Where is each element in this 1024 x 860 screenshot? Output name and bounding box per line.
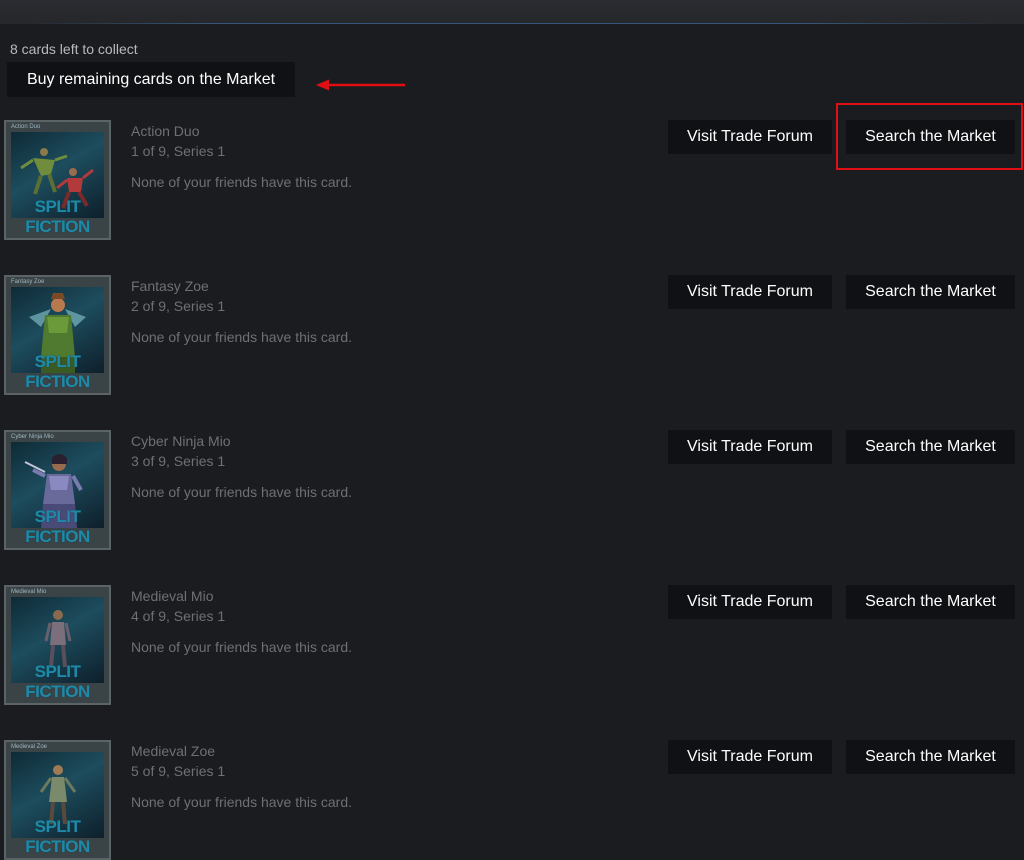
card-thumbnail[interactable]: Fantasy Zoe SPLIT FICTION: [4, 275, 111, 395]
card-series: 4 of 9, Series 1: [131, 608, 226, 624]
red-arrow-annotation-icon: [316, 79, 405, 91]
card-thumbnail[interactable]: Medieval Zoe SPLIT FICTION: [4, 740, 111, 860]
red-highlight-box: [836, 103, 1023, 170]
card-thumbnail-title: Fantasy Zoe: [11, 279, 45, 285]
card-logo: SPLIT FICTION: [25, 197, 90, 236]
card-thumbnail[interactable]: Medieval Mio SPLIT FICTION: [4, 585, 111, 705]
cards-left-count: 8 cards left to collect: [10, 41, 138, 57]
search-market-button[interactable]: Search the Market: [846, 740, 1015, 774]
card-friends-status: None of your friends have this card.: [131, 484, 353, 500]
card-friends-status: None of your friends have this card.: [131, 329, 353, 345]
card-series: 1 of 9, Series 1: [131, 143, 226, 159]
card-logo: SPLIT FICTION: [25, 817, 90, 856]
visit-trade-forum-button[interactable]: Visit Trade Forum: [668, 585, 832, 619]
search-market-button[interactable]: Search the Market: [846, 585, 1015, 619]
card-thumbnail-title: Medieval Mio: [11, 589, 47, 595]
card-logo: SPLIT FICTION: [25, 662, 90, 701]
card-name: Cyber Ninja Mio: [131, 433, 231, 449]
card-friends-status: None of your friends have this card.: [131, 794, 353, 810]
card-name: Fantasy Zoe: [131, 278, 209, 294]
top-bar-divider: [24, 23, 1000, 24]
card-series: 3 of 9, Series 1: [131, 453, 226, 469]
card-thumbnail-title: Cyber Ninja Mio: [11, 434, 54, 440]
card-thumbnail-title: Medieval Zoe: [11, 744, 48, 750]
card-row-fantasy-zoe: Fantasy Zoe SPLIT FICTION Fantasy Zoe 2 …: [0, 275, 1024, 399]
visit-trade-forum-button[interactable]: Visit Trade Forum: [668, 430, 832, 464]
card-friends-status: None of your friends have this card.: [131, 174, 353, 190]
card-row-medieval-mio: Medieval Mio SPLIT FICTION Medieval Mio …: [0, 585, 1024, 709]
card-series: 5 of 9, Series 1: [131, 763, 226, 779]
buy-remaining-cards-button[interactable]: Buy remaining cards on the Market: [7, 62, 295, 97]
card-friends-status: None of your friends have this card.: [131, 639, 353, 655]
card-thumbnail[interactable]: Action Duo SPLIT FICTION: [4, 120, 111, 240]
card-row-medieval-zoe: Medieval Zoe SPLIT FICTION Medieval Zoe …: [0, 740, 1024, 860]
card-name: Action Duo: [131, 123, 200, 139]
card-name: Medieval Mio: [131, 588, 214, 604]
card-row-cyber-ninja-mio: Cyber Ninja Mio SPLIT FICTION Cyber Ninj…: [0, 430, 1024, 554]
card-logo: SPLIT FICTION: [25, 352, 90, 391]
top-bar: [0, 0, 1024, 24]
card-thumbnail[interactable]: Cyber Ninja Mio SPLIT FICTION: [4, 430, 111, 550]
visit-trade-forum-button[interactable]: Visit Trade Forum: [668, 740, 832, 774]
card-logo: SPLIT FICTION: [25, 507, 90, 546]
visit-trade-forum-button[interactable]: Visit Trade Forum: [668, 275, 832, 309]
card-thumbnail-title: Action Duo: [11, 124, 41, 130]
search-market-button[interactable]: Search the Market: [846, 430, 1015, 464]
search-market-button[interactable]: Search the Market: [846, 275, 1015, 309]
card-name: Medieval Zoe: [131, 743, 216, 759]
card-series: 2 of 9, Series 1: [131, 298, 226, 314]
trading-cards-page: 8 cards left to collect Buy remaining ca…: [0, 0, 1024, 860]
visit-trade-forum-button[interactable]: Visit Trade Forum: [668, 120, 832, 154]
